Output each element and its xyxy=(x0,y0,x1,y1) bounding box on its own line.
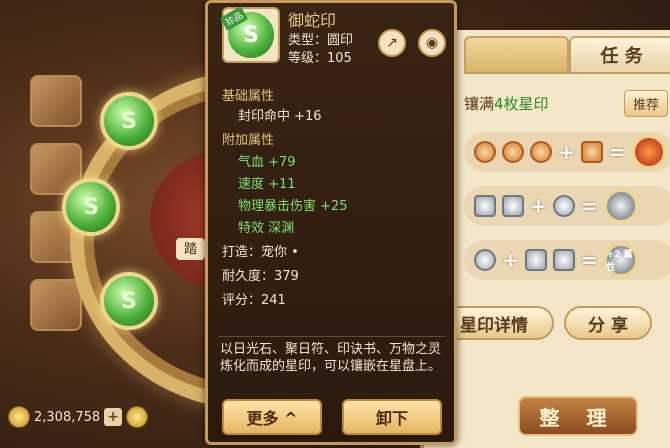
recipe-row[interactable]: + = xyxy=(464,186,670,226)
plus-icon: + xyxy=(502,248,519,272)
equals-icon: = xyxy=(580,248,598,272)
item-level: 等级：105 xyxy=(288,51,352,66)
star-seal-slot[interactable]: S xyxy=(100,92,158,150)
item-description: 以日光石、聚日符、印诀书、万物之灵炼化而成的星印，可以镶嵌在星盘上。 xyxy=(220,342,442,374)
grey-square-icon xyxy=(524,249,547,271)
monkey-result-icon[interactable] xyxy=(603,189,638,223)
unequip-button[interactable]: 卸下 xyxy=(342,399,442,435)
recipe-row[interactable]: + = xyxy=(464,132,670,172)
hint-row: 镶满4枚星印 推荐 xyxy=(464,88,670,118)
extra-attr: 气血 +79 xyxy=(238,155,296,170)
forge-line: 打造：宠你 • xyxy=(222,245,299,260)
grey-square-icon xyxy=(552,249,575,271)
base-attr: 封印命中 +16 xyxy=(238,109,322,124)
item-name: 御蛇印 xyxy=(288,11,337,30)
special-effect: 特效 深渊 xyxy=(238,221,295,236)
grey-circle-icon xyxy=(474,249,496,271)
plus-two-attr-icon[interactable]: +2 属性 xyxy=(603,243,638,277)
hint-prefix: 镶满 xyxy=(464,94,495,113)
coin-icon xyxy=(8,406,30,428)
item-tooltip: S 珍品 御蛇印 类型：圆印 等级：105 ↗ ◉ 基础属性 封印命中 +16 … xyxy=(205,0,457,445)
item-icon: S 珍品 xyxy=(219,6,280,63)
add-coin-button[interactable]: + xyxy=(104,408,123,426)
base-attr-heading: 基础属性 xyxy=(222,89,275,104)
share-icon[interactable]: ↗ xyxy=(378,29,406,57)
currency-bar: 2,308,758 + xyxy=(8,404,149,430)
star-seal-slot[interactable]: S xyxy=(100,272,158,330)
orange-seal-icon xyxy=(474,141,496,163)
item-slot[interactable] xyxy=(30,75,82,127)
extra-attr: 速度 +11 xyxy=(238,177,296,192)
equals-icon: = xyxy=(580,194,598,218)
coin-amount: 2,308,758 xyxy=(34,409,101,425)
plus-icon: + xyxy=(530,194,547,218)
plus-icon: + xyxy=(558,140,575,164)
divider xyxy=(218,336,446,337)
orange-seal-icon xyxy=(530,141,552,163)
scene-bubble: 踏 xyxy=(176,238,206,260)
item-slot[interactable] xyxy=(30,279,82,331)
grey-square-icon xyxy=(502,195,524,217)
hint-highlight: 4枚星印 xyxy=(494,94,549,113)
grey-circle-icon xyxy=(552,195,575,217)
recommend-button[interactable]: 推荐 xyxy=(623,89,668,117)
grey-square-icon xyxy=(474,195,496,217)
hint-text: 镶满4枚星印 xyxy=(464,93,549,114)
tab-row: 任 务 xyxy=(464,36,670,74)
recipe-row[interactable]: + = +2 属性 xyxy=(464,240,670,280)
score-line: 评分：241 xyxy=(222,293,286,308)
durability-line: 耐久度：379 xyxy=(222,269,299,284)
equals-icon: = xyxy=(608,140,626,164)
extra-attr: 物理暴击伤害 +25 xyxy=(238,199,348,214)
star-seal-slot[interactable]: S xyxy=(62,178,120,236)
tab-left[interactable] xyxy=(464,36,569,74)
more-button[interactable]: 更多 ^ xyxy=(222,399,322,435)
coin-icon xyxy=(126,406,149,428)
game-scene: S S S 踏 任 务 镶满4枚星印 推荐 + = + = + = +2 属性 … xyxy=(0,0,670,448)
item-type: 类型：圆印 xyxy=(288,33,354,48)
tab-task[interactable]: 任 务 xyxy=(569,36,670,74)
orange-square-icon xyxy=(580,141,603,163)
extra-attr-heading: 附加属性 xyxy=(222,133,275,148)
share-button[interactable]: 分 享 xyxy=(564,306,652,340)
eye-icon[interactable]: ◉ xyxy=(418,29,446,57)
arrange-button[interactable]: 整 理 xyxy=(518,396,638,436)
right-panel: 任 务 镶满4枚星印 推荐 + = + = + = +2 属性 星印详情 分 享 xyxy=(420,30,670,448)
fire-result-icon[interactable] xyxy=(631,135,666,169)
orange-seal-icon xyxy=(502,141,524,163)
